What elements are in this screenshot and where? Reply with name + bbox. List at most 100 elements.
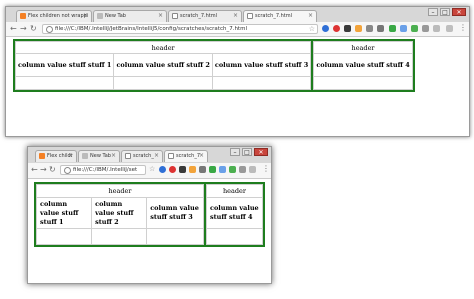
page-content: header column value stuff stuff 1 column… bbox=[28, 179, 271, 283]
right-table-cell: header column value stuff stuff 4 bbox=[311, 39, 415, 92]
extension-icon[interactable] bbox=[169, 166, 176, 173]
table-cell: column value stuff stuff 1 bbox=[14, 53, 115, 77]
tab-label: scratch_7.html bbox=[255, 13, 293, 19]
extension-icon[interactable] bbox=[199, 166, 206, 173]
extension-icon[interactable] bbox=[229, 166, 236, 173]
forward-button[interactable]: → bbox=[20, 23, 27, 34]
window-controls: – □ ✕ bbox=[428, 8, 466, 16]
tab-flex-children[interactable]: Flex childr × bbox=[35, 150, 77, 162]
close-tab-icon[interactable]: × bbox=[83, 11, 88, 21]
tab-flex-children[interactable]: Flex children not wrappi × bbox=[16, 10, 92, 22]
page-icon bbox=[125, 153, 131, 159]
extension-icon[interactable] bbox=[209, 166, 216, 173]
url-text: file:///C:/IBM/.IntelliJ/JetBrains/Intel… bbox=[55, 26, 247, 32]
extension-icon[interactable] bbox=[249, 166, 256, 173]
table-cell: column value stuff stuff 4 bbox=[206, 197, 263, 229]
extension-icon[interactable] bbox=[333, 25, 340, 32]
extension-icon[interactable] bbox=[366, 25, 373, 32]
extension-icon[interactable] bbox=[446, 25, 453, 32]
menu-icon[interactable]: ⋮ bbox=[459, 22, 467, 33]
extension-icon[interactable] bbox=[389, 25, 396, 32]
left-inner-table: header column value stuff stuff 1 column… bbox=[14, 41, 312, 90]
tab-scratch[interactable]: scratch_ × bbox=[121, 150, 163, 162]
extension-icon[interactable] bbox=[322, 25, 329, 32]
right-inner-table: header column value stuff stuff 4 bbox=[206, 184, 263, 245]
newtab-icon bbox=[82, 153, 88, 159]
close-tab-icon[interactable]: × bbox=[199, 151, 204, 161]
extension-icon[interactable] bbox=[189, 166, 196, 173]
table-header: header bbox=[36, 184, 204, 198]
browser-toolbar: ← → ↻ file:///C:/IBM/.IntelliJ/set ☆ ⋮ bbox=[28, 163, 271, 179]
right-inner-table: header column value stuff stuff 4 bbox=[313, 41, 413, 90]
tab-strip: Flex childr × New Tab × scratch_ × scrat… bbox=[28, 147, 271, 163]
table-cell: column value stuff stuff 1 bbox=[35, 197, 93, 229]
restore-button[interactable]: □ bbox=[440, 8, 450, 16]
empty-cell bbox=[206, 228, 263, 245]
tab-scratch-7-active[interactable]: scratch_7 × bbox=[164, 150, 208, 162]
table-header: header bbox=[206, 184, 263, 198]
table-cell: column value stuff stuff 4 bbox=[313, 53, 413, 77]
address-bar[interactable]: file:///C:/IBM/.IntelliJ/set bbox=[60, 165, 146, 175]
window-controls: – □ ✕ bbox=[230, 148, 268, 156]
page-info-icon[interactable] bbox=[64, 167, 71, 174]
extension-icon[interactable] bbox=[411, 25, 418, 32]
extension-icon[interactable] bbox=[344, 25, 351, 32]
tab-label: scratch_ bbox=[133, 153, 154, 159]
empty-cell bbox=[113, 76, 213, 90]
table-header: header bbox=[313, 41, 413, 54]
empty-cell bbox=[313, 76, 413, 90]
extension-icon[interactable] bbox=[355, 25, 362, 32]
bookmark-star-icon[interactable]: ☆ bbox=[149, 164, 155, 175]
back-button[interactable]: ← bbox=[31, 164, 38, 175]
restore-button[interactable]: □ bbox=[242, 148, 252, 156]
forward-button[interactable]: → bbox=[40, 164, 47, 175]
tab-label: New Tab bbox=[105, 13, 126, 19]
empty-cell bbox=[14, 76, 115, 90]
minimize-button[interactable]: – bbox=[230, 148, 240, 156]
extension-icon[interactable] bbox=[159, 166, 166, 173]
extension-icon[interactable] bbox=[433, 25, 440, 32]
url-text: file:///C:/IBM/.IntelliJ/set bbox=[73, 167, 138, 173]
extension-icon[interactable] bbox=[219, 166, 226, 173]
newtab-icon bbox=[97, 13, 103, 19]
left-table-cell: header column value stuff stuff 1 column… bbox=[34, 182, 206, 247]
close-window-button[interactable]: ✕ bbox=[254, 148, 268, 156]
reload-button[interactable]: ↻ bbox=[49, 164, 56, 175]
close-window-button[interactable]: ✕ bbox=[452, 8, 466, 16]
tab-scratch-7-active[interactable]: scratch_7.html × bbox=[243, 10, 317, 22]
page-content: header column value stuff stuff 1 column… bbox=[6, 37, 469, 136]
close-tab-icon[interactable]: × bbox=[68, 151, 73, 161]
reload-button[interactable]: ↻ bbox=[30, 23, 37, 34]
tab-scratch-7[interactable]: scratch_7.html × bbox=[168, 10, 242, 22]
extension-icon[interactable] bbox=[400, 25, 407, 32]
close-tab-icon[interactable]: × bbox=[111, 151, 116, 161]
close-tab-icon[interactable]: × bbox=[158, 11, 163, 21]
tab-new-tab[interactable]: New Tab × bbox=[93, 10, 167, 22]
extension-icon[interactable] bbox=[179, 166, 186, 173]
left-table-cell: header column value stuff stuff 1 column… bbox=[12, 39, 314, 92]
bookmark-star-icon[interactable]: ☆ bbox=[309, 25, 315, 33]
left-inner-table: header column value stuff stuff 1 column… bbox=[35, 184, 204, 245]
page-info-icon[interactable] bbox=[46, 26, 53, 33]
close-tab-icon[interactable]: × bbox=[308, 11, 313, 21]
tab-label: New Tab bbox=[90, 153, 111, 159]
table-cell: column value stuff stuff 2 bbox=[91, 197, 148, 229]
minimize-button[interactable]: – bbox=[428, 8, 438, 16]
right-table-cell: header column value stuff stuff 4 bbox=[204, 182, 265, 247]
back-button[interactable]: ← bbox=[10, 23, 17, 34]
layout-table: header column value stuff stuff 1 column… bbox=[34, 182, 265, 247]
close-tab-icon[interactable]: × bbox=[233, 11, 238, 21]
page-icon bbox=[247, 13, 253, 19]
empty-cell bbox=[146, 228, 204, 245]
tab-new-tab[interactable]: New Tab × bbox=[78, 150, 120, 162]
stackoverflow-icon bbox=[20, 13, 26, 19]
table-cell: column value stuff stuff 3 bbox=[211, 53, 312, 77]
tab-label: Flex children not wrappi bbox=[28, 13, 89, 19]
extension-icon[interactable] bbox=[239, 166, 246, 173]
address-bar[interactable]: file:///C:/IBM/.IntelliJ/JetBrains/Intel… bbox=[42, 24, 318, 34]
menu-icon[interactable]: ⋮ bbox=[262, 163, 270, 174]
tab-strip: Flex children not wrappi × New Tab × scr… bbox=[6, 7, 469, 22]
close-tab-icon[interactable]: × bbox=[154, 151, 159, 161]
extension-icon[interactable] bbox=[377, 25, 384, 32]
extension-icon[interactable] bbox=[422, 25, 429, 32]
